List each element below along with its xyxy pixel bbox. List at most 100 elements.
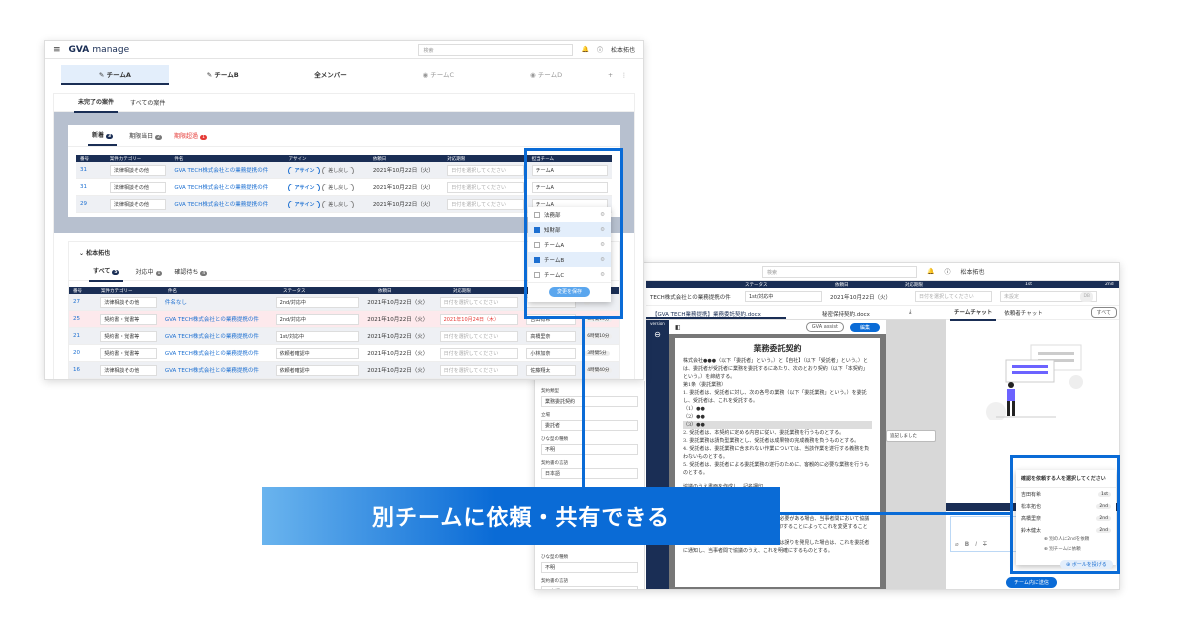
status-select[interactable]: 依頼者確認中: [275, 347, 360, 359]
gva-assist-button[interactable]: GVA assist: [805, 322, 844, 332]
strike-icon: T: [982, 541, 987, 548]
eye-icon: ◉: [530, 71, 538, 79]
user-name[interactable]: 松本拓也: [961, 267, 985, 276]
download-icon[interactable]: ⤓: [906, 306, 914, 319]
doc-paragraph: （1）●●: [683, 406, 705, 412]
form-select[interactable]: 不明: [541, 444, 638, 455]
logo: GVA manage: [68, 44, 130, 55]
deadline-picker[interactable]: 日付を選択してください: [447, 164, 524, 176]
send-team-button[interactable]: チーム内に送信: [1006, 577, 1057, 588]
italic-icon: I: [975, 541, 977, 548]
category-select[interactable]: 法律相談その他: [100, 296, 157, 308]
tab-team-chat[interactable]: チームチャット: [950, 305, 997, 321]
member-tab[interactable]: 確認待ち 4: [174, 267, 208, 276]
doc-paragraph: （2）●●: [683, 414, 705, 420]
chat-filter[interactable]: すべて: [1090, 307, 1117, 318]
return-button[interactable]: 差し戻し: [322, 183, 355, 191]
table-row[interactable]: 16 法律相談その他 GVA TECH株式会社との業務提携の件 依頼者確認中 2021年…: [69, 362, 619, 379]
team-tab[interactable]: ◉ チームC: [384, 65, 492, 85]
add-tab-icon[interactable]: +: [608, 72, 613, 79]
form-select[interactable]: 日本語: [541, 586, 638, 589]
assignee-select[interactable]: 小林加奈: [526, 347, 577, 359]
tab-client-chat[interactable]: 依頼者チャット: [1004, 309, 1042, 317]
category-select[interactable]: 契約書・覚書等: [100, 313, 157, 325]
detail-table-header: ステータス 依頼日 対応期限 1st 2nd: [646, 281, 1119, 288]
user-name[interactable]: 松本拓也: [611, 45, 635, 54]
doc-paragraph: 第1条（委託業務）: [683, 382, 727, 388]
status-select[interactable]: 1st/対応中: [745, 291, 822, 302]
panel-toggle-icon[interactable]: ◧: [675, 324, 681, 331]
deadline-picker[interactable]: 日付を選択してください: [439, 296, 519, 308]
case-tab[interactable]: 未完了の案件: [74, 92, 119, 113]
edit-button[interactable]: 編集: [849, 322, 880, 332]
table-row[interactable]: 21 契約書・覚書等 GVA TECH株式会社との業務提携の件 1st/対応中 2021…: [69, 328, 619, 345]
search-input[interactable]: 検索: [762, 265, 917, 278]
search-input[interactable]: 検索: [418, 43, 574, 56]
deadline-picker[interactable]: 日付を選択してください: [439, 347, 519, 359]
chat-illustration: [986, 344, 1083, 422]
deadline-picker[interactable]: 日付を選択してください: [447, 198, 524, 210]
form-select[interactable]: 業務委託契約: [541, 396, 638, 407]
edit-icon: ✎: [98, 71, 107, 79]
doc-tab-active[interactable]: 【GVA TECH業務提携】業務委託契約.docx: [646, 306, 786, 319]
team-tab[interactable]: ◉ チームD: [492, 65, 600, 85]
more-icon[interactable]: ⋮: [621, 72, 627, 79]
menu-icon[interactable]: ≡: [53, 45, 61, 55]
doc-paragraph: 2. 受託者は、本契約に定める内容に従い、委託業務を行うものとする。: [683, 430, 845, 436]
form-select[interactable]: 日本語: [541, 468, 638, 479]
comment-bubble[interactable]: 追記しました: [886, 430, 936, 442]
team-column-highlight: [524, 148, 623, 319]
case-tab[interactable]: すべての案件: [130, 98, 165, 107]
time-badge: 6時間10分: [584, 334, 613, 339]
time-badge: 4時間40分: [584, 368, 613, 373]
status-select[interactable]: 2nd/対応中: [275, 296, 360, 308]
assign-button[interactable]: アサイン: [288, 200, 321, 208]
return-button[interactable]: 差し戻し: [322, 166, 355, 174]
deadline-picker[interactable]: 日付を選択してください: [915, 291, 992, 302]
category-select[interactable]: 法律相談その他: [109, 164, 167, 176]
first-select[interactable]: 未設定 DB: [1000, 291, 1097, 302]
assignee-select[interactable]: 高橋里奈: [526, 330, 577, 342]
form-select[interactable]: 不明: [541, 562, 638, 573]
deadline-picker[interactable]: 日付を選択してください: [447, 181, 524, 193]
inbox-tab[interactable]: 期限当日 2: [129, 131, 163, 140]
doc-paragraph: 4. 受託者は、委託業務に含まれない作業については、当該作業を遂行する義務を負わ…: [683, 446, 870, 460]
assign-button[interactable]: アサイン: [288, 183, 321, 191]
status-select[interactable]: 依頼者確認中: [275, 364, 360, 376]
connector-line: [582, 319, 585, 487]
contract-info-form: 契約類型 業務委託契約 立場 委託者 ひな型の種類 不明 契約書の言語 日本語 ひな型の種類不…: [535, 381, 645, 589]
inbox-tab[interactable]: 期限超過 1: [174, 131, 207, 140]
team-tab[interactable]: ✎ チームA: [61, 65, 169, 85]
deadline-picker[interactable]: 2021年10月24日（木）: [439, 313, 519, 325]
detail-row: TECH株式会社との業務提携の件 1st/対応中 2021年10月22日（火） …: [646, 288, 1119, 306]
doc-paragraph: （3）●●: [683, 421, 872, 429]
bell-icon[interactable]: 🔔: [581, 46, 588, 53]
status-select[interactable]: 2nd/対応中: [275, 313, 360, 325]
deadline-picker[interactable]: 日付を選択してください: [439, 364, 519, 376]
history-icon[interactable]: ⊖: [646, 330, 669, 339]
category-select[interactable]: 法律相談その他: [100, 364, 157, 376]
inbox-tab[interactable]: 新着 3: [88, 125, 118, 146]
document-viewer: 業務委託契約 株式会社●●●（以下「委託者」という。）と【自社】（以下「受託者」…: [669, 334, 886, 589]
status-select[interactable]: 1st/対応中: [275, 330, 360, 342]
help-icon[interactable]: ⓘ: [597, 45, 603, 54]
team-tab[interactable]: 全メンバー: [277, 65, 385, 85]
bell-icon[interactable]: 🔔: [927, 268, 934, 275]
doc-paragraph: 株式会社●●●（以下「委託者」という。）と【自社】（以下「受託者」という。）とは…: [683, 358, 868, 380]
deadline-picker[interactable]: 日付を選択してください: [439, 330, 519, 342]
member-tab[interactable]: 対応中 1: [135, 267, 163, 276]
table-row[interactable]: 20 契約書・覚書等 GVA TECH株式会社との業務提携の件 依頼者確認中 2021年…: [69, 345, 619, 362]
category-select[interactable]: 契約書・覚書等: [100, 347, 157, 359]
team-tab[interactable]: ✎ チームB: [169, 65, 277, 85]
return-button[interactable]: 差し戻し: [322, 200, 355, 208]
category-select[interactable]: 契約書・覚書等: [100, 330, 157, 342]
assign-button[interactable]: アサイン: [288, 166, 321, 174]
feature-banner: 別チームに依頼・共有できる: [262, 487, 780, 545]
category-select[interactable]: 法律相談その他: [109, 198, 167, 210]
member-tab[interactable]: すべて 5: [89, 261, 124, 282]
help-icon[interactable]: ⓘ: [944, 267, 950, 276]
assignee-select[interactable]: 佐藤翔太: [526, 364, 577, 376]
category-select[interactable]: 法律相談その他: [109, 181, 167, 193]
doc-tab[interactable]: 秘密保持契約.docx: [786, 306, 906, 319]
form-select[interactable]: 委託者: [541, 420, 638, 431]
